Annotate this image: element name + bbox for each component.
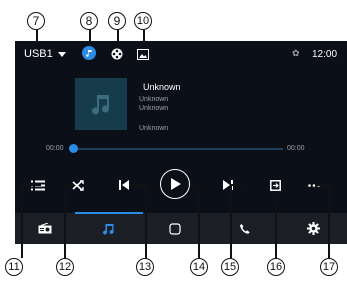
picture-icon[interactable] bbox=[137, 47, 149, 65]
home-icon bbox=[169, 222, 181, 235]
leader-13h bbox=[130, 184, 146, 186]
settings-icon bbox=[306, 222, 320, 235]
leader-15 bbox=[230, 184, 232, 258]
video-reel-icon[interactable] bbox=[111, 47, 123, 65]
status-bar: USB1 ✿ 12:00 bbox=[15, 41, 347, 65]
radio-icon bbox=[38, 223, 52, 234]
chevron-down-icon[interactable] bbox=[58, 52, 66, 57]
callout-12: 12 bbox=[56, 258, 74, 276]
clock: 12:00 bbox=[312, 49, 338, 60]
play-button[interactable] bbox=[160, 169, 190, 199]
source-label[interactable]: USB1 bbox=[24, 48, 53, 60]
leader-16 bbox=[275, 198, 277, 258]
progress-bar[interactable] bbox=[73, 148, 283, 150]
repeat-button[interactable] bbox=[264, 177, 286, 193]
callout-9: 9 bbox=[108, 12, 126, 30]
music-note-icon bbox=[92, 95, 109, 115]
leader-17 bbox=[328, 184, 330, 258]
track-title: Unknown bbox=[143, 82, 181, 92]
track-extra: Unknown bbox=[139, 125, 169, 132]
callout-13: 13 bbox=[136, 258, 154, 276]
dock-item-music[interactable] bbox=[78, 213, 138, 244]
callout-16: 16 bbox=[267, 258, 285, 276]
total-time: 00:00 bbox=[287, 145, 305, 152]
callout-8: 8 bbox=[80, 12, 98, 30]
callout-11: 11 bbox=[5, 258, 23, 276]
album-art bbox=[75, 78, 127, 130]
dock-item-phone[interactable] bbox=[215, 213, 275, 244]
bluetooth-icon: ✿ bbox=[292, 48, 300, 58]
dock-item-radio[interactable] bbox=[15, 213, 75, 244]
leader-15h bbox=[230, 184, 241, 186]
progress-knob[interactable] bbox=[69, 144, 78, 153]
track-album: Unknown bbox=[139, 105, 169, 112]
leader-12 bbox=[64, 184, 66, 258]
repeat-icon bbox=[269, 179, 281, 191]
callout-7: 7 bbox=[27, 12, 45, 30]
dock-item-settings[interactable] bbox=[283, 213, 343, 244]
callout-14: 14 bbox=[190, 258, 208, 276]
leader-17h bbox=[315, 184, 329, 186]
leader-11h bbox=[21, 184, 41, 186]
callout-10: 10 bbox=[134, 12, 152, 30]
track-artist: Unknown bbox=[139, 96, 169, 103]
play-icon bbox=[170, 178, 181, 190]
music-icon bbox=[103, 223, 114, 235]
leader-14h bbox=[190, 184, 199, 186]
leader-12h bbox=[64, 184, 74, 186]
leader-14 bbox=[198, 184, 200, 258]
callout-17: 17 bbox=[320, 258, 338, 276]
leader-11 bbox=[21, 184, 23, 258]
dock-item-home[interactable] bbox=[145, 213, 205, 244]
callout-15: 15 bbox=[221, 258, 239, 276]
previous-icon bbox=[119, 180, 129, 190]
leader-13 bbox=[145, 184, 147, 258]
elapsed-time: 00:00 bbox=[46, 145, 64, 152]
music-source-icon[interactable] bbox=[82, 46, 96, 60]
phone-icon bbox=[240, 223, 250, 234]
